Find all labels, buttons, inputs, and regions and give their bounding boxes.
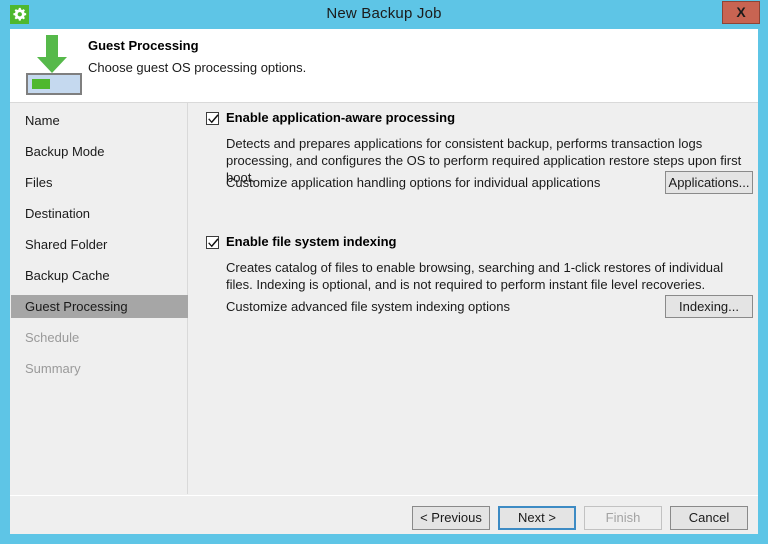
sidebar-item-destination[interactable]: Destination (11, 202, 188, 225)
file-system-indexing-description: Creates catalog of files to enable brows… (226, 259, 751, 293)
file-system-indexing-label: Enable file system indexing (226, 234, 397, 249)
main-content: Enable application-aware processing Dete… (189, 103, 758, 494)
sidebar-item-backup-cache[interactable]: Backup Cache (11, 264, 188, 287)
application-customize-text: Customize application handling options f… (226, 175, 600, 190)
page-subtitle: Choose guest OS processing options. (88, 60, 306, 75)
sidebar-item-summary: Summary (11, 357, 188, 380)
application-aware-processing-checkbox[interactable] (206, 112, 219, 125)
dialog-footer: < Previous Next > Finish Cancel (10, 495, 758, 534)
title-bar: New Backup Job X (0, 0, 768, 28)
client-area: Guest Processing Choose guest OS process… (10, 29, 758, 534)
next-button[interactable]: Next > (498, 506, 576, 530)
file-system-indexing-checkbox[interactable] (206, 236, 219, 249)
sidebar-item-files[interactable]: Files (11, 171, 188, 194)
window-title: New Backup Job (0, 0, 768, 28)
progress-bar-icon (26, 73, 82, 95)
sidebar-item-shared-folder[interactable]: Shared Folder (11, 233, 188, 256)
application-aware-processing-label: Enable application-aware processing (226, 110, 455, 125)
indexing-customize-text: Customize advanced file system indexing … (226, 299, 510, 314)
sidebar-item-guest-processing[interactable]: Guest Processing (11, 295, 188, 318)
wizard-header: Guest Processing Choose guest OS process… (10, 29, 758, 103)
dialog-window: New Backup Job X Guest Processing Choose… (0, 0, 768, 544)
checkmark-icon (207, 236, 220, 249)
sidebar-item-backup-mode[interactable]: Backup Mode (11, 140, 188, 163)
cancel-button[interactable]: Cancel (670, 506, 748, 530)
sidebar-item-schedule: Schedule (11, 326, 188, 349)
close-button[interactable]: X (722, 1, 760, 24)
sidebar-item-name[interactable]: Name (11, 109, 188, 132)
wizard-steps-sidebar: Name Backup Mode Files Destination Share… (10, 103, 188, 494)
checkmark-icon (207, 112, 220, 125)
page-title: Guest Processing (88, 38, 199, 53)
down-arrow-icon (34, 33, 70, 75)
indexing-button[interactable]: Indexing... (665, 295, 753, 318)
header-graphic (18, 31, 88, 99)
finish-button: Finish (584, 506, 662, 530)
applications-button[interactable]: Applications... (665, 171, 753, 194)
previous-button[interactable]: < Previous (412, 506, 490, 530)
